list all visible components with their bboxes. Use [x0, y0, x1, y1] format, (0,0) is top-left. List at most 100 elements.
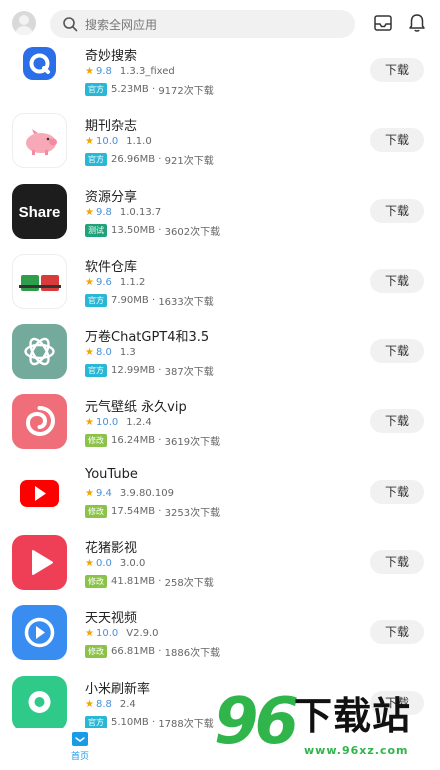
list-item[interactable]: 万卷ChatGPT4和3.5 ★ 8.0 1.3 官方 12.99MB · 38… [0, 317, 440, 387]
star-icon: ★ [85, 628, 94, 640]
nav-home-label: 首页 [70, 752, 89, 762]
app-size: 7.90MB [111, 294, 149, 306]
app-name: YouTube [85, 466, 138, 482]
separator: · [155, 646, 165, 658]
list-item[interactable]: 天天视频 ★ 10.0 V2.9.0 修改 66.81MB · 1886次下载 … [0, 598, 440, 668]
app-stats: 修改 17.54MB · 3253次下载 [85, 504, 220, 519]
home-icon [72, 732, 88, 746]
download-button[interactable]: 下载 [370, 409, 424, 434]
app-rating-version: ★ 8.0 1.3 [85, 347, 136, 358]
app-name: 奇妙搜索 [85, 49, 138, 64]
star-icon: ★ [85, 276, 94, 288]
app-version: 1.1.0 [126, 136, 152, 148]
app-tag: 官方 [85, 364, 107, 378]
app-stats: 测试 13.50MB · 3602次下载 [85, 223, 220, 238]
app-version: 3.9.80.109 [119, 487, 174, 499]
separator: · [155, 505, 165, 517]
list-item[interactable]: 奇妙搜索 ★ 9.8 1.3.3_fixed 官方 5.23MB · 9172次… [0, 36, 440, 106]
app-version: 1.0.13.7 [119, 206, 162, 218]
app-icon-video-blue [12, 605, 67, 661]
app-size: 66.81MB [111, 646, 156, 658]
app-size: 12.99MB [111, 365, 156, 377]
search-input[interactable]: 搜索全网应用 [50, 10, 355, 38]
app-downloads: 3253次下载 [164, 507, 221, 519]
app-name: 天天视频 [85, 611, 138, 627]
app-stats: 官方 26.96MB · 921次下载 [85, 152, 214, 167]
list-item[interactable]: 期刊杂志 ★ 10.0 1.1.0 官方 26.96MB · 921次下载 下载 [0, 106, 440, 176]
app-icon-search [12, 43, 67, 98]
bell-icon[interactable] [406, 12, 428, 34]
download-button[interactable]: 下载 [370, 479, 424, 504]
app-rating: 10.0 [95, 136, 119, 148]
app-version: 1.3 [119, 347, 136, 359]
star-icon: ★ [85, 417, 94, 429]
app-name: 小米刷新率 [85, 681, 151, 697]
app-name: 资源分享 [85, 189, 138, 205]
download-button[interactable]: 下载 [370, 128, 424, 153]
app-tag: 官方 [85, 83, 107, 96]
download-button[interactable]: 下载 [370, 58, 424, 82]
app-rating: 9.8 [95, 66, 112, 77]
app-downloads: 9172次下载 [158, 86, 214, 97]
separator: · [155, 576, 165, 588]
app-stats: 修改 41.81MB · 258次下载 [85, 574, 214, 589]
app-tag: 测试 [85, 223, 107, 237]
app-size: 17.54MB [111, 505, 156, 517]
app-rating: 9.6 [95, 276, 112, 288]
app-stats: 官方 12.99MB · 387次下载 [85, 363, 214, 378]
app-version: 1.2.4 [126, 417, 152, 429]
list-item[interactable]: 元气壁纸 永久vip ★ 10.0 1.2.4 修改 16.24MB · 361… [0, 387, 440, 457]
app-stats: 修改 16.24MB · 3619次下载 [85, 433, 220, 448]
separator: · [148, 294, 159, 306]
app-downloads: 3619次下载 [164, 437, 221, 449]
app-version: 1.3.3_fixed [119, 66, 175, 77]
app-stats: 官方 5.23MB · 9172次下载 [85, 82, 214, 97]
app-version: 2.4 [119, 698, 136, 710]
list-item[interactable]: Share 资源分享 ★ 9.8 1.0.13.7 测试 13.50MB · 3… [0, 177, 440, 247]
app-rating-version: ★ 10.0 1.1.0 [85, 136, 152, 147]
download-button[interactable]: 下载 [370, 620, 424, 645]
list-item[interactable]: 花猪影视 ★ 0.0 3.0.0 修改 41.81MB · 258次下载 下载 [0, 528, 440, 598]
watermark-title: 下载站 [294, 694, 412, 738]
app-name: 万卷ChatGPT4和3.5 [85, 330, 210, 346]
app-rating-version: ★ 9.6 1.1.2 [85, 277, 145, 288]
app-icon-chatgpt [12, 324, 67, 380]
app-size: 5.10MB [111, 716, 149, 728]
download-button[interactable]: 下载 [370, 339, 424, 364]
app-name: 软件仓库 [85, 259, 138, 275]
app-rating-version: ★ 8.8 2.4 [85, 699, 136, 710]
app-tag: 修改 [85, 645, 107, 659]
app-downloads: 3602次下载 [164, 226, 221, 238]
separator: · [148, 716, 159, 728]
app-rating: 10.0 [95, 628, 119, 640]
app-icon-youtube [12, 464, 67, 520]
watermark-number: 96 [214, 685, 299, 759]
app-size: 16.24MB [111, 435, 156, 447]
download-box-icon[interactable] [372, 12, 394, 34]
separator: · [148, 84, 159, 95]
list-item[interactable]: 软件仓库 ★ 9.6 1.1.2 官方 7.90MB · 1633次下载 下载 [0, 247, 440, 317]
app-rating: 10.0 [95, 417, 119, 429]
search-placeholder: 搜索全网应用 [85, 17, 158, 32]
watermark-url: www.96xz.com [304, 744, 409, 757]
download-button[interactable]: 下载 [370, 268, 424, 293]
app-list: 奇妙搜索 ★ 9.8 1.3.3_fixed 官方 5.23MB · 9172次… [0, 36, 440, 739]
app-icon-refresh-rate [12, 675, 67, 731]
app-stats: 修改 66.81MB · 1886次下载 [85, 644, 220, 659]
download-button[interactable]: 下载 [370, 198, 424, 223]
app-size: 41.81MB [111, 576, 156, 588]
app-tag: 修改 [85, 434, 107, 448]
app-rating-version: ★ 10.0 1.2.4 [85, 417, 152, 428]
app-icon-warehouse [12, 253, 67, 309]
download-button[interactable]: 下载 [370, 550, 424, 575]
nav-home[interactable]: 首页 [64, 732, 96, 762]
star-icon: ★ [85, 206, 94, 218]
app-rating: 9.8 [95, 206, 112, 218]
app-tag: 修改 [85, 575, 107, 589]
avatar[interactable] [12, 11, 36, 35]
app-size: 13.50MB [111, 224, 156, 236]
app-rating: 9.4 [95, 487, 112, 499]
list-item[interactable]: YouTube ★ 9.4 3.9.80.109 修改 17.54MB · 32… [0, 458, 440, 528]
top-bar: 搜索全网应用 [0, 0, 440, 46]
site-watermark-logo: 96 下载站 www.96xz.com [208, 684, 440, 770]
